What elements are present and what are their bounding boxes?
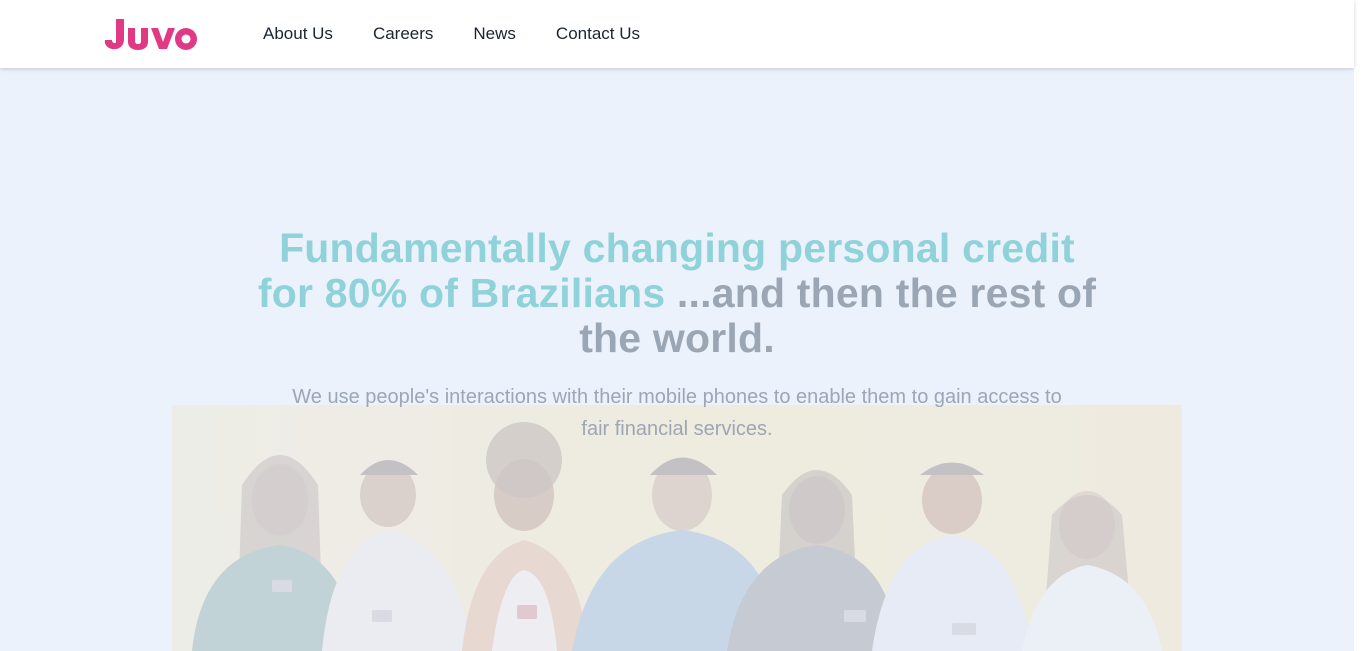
nav-news[interactable]: News (473, 24, 516, 44)
hero-content: Fundamentally changing personal credit f… (250, 226, 1104, 445)
nav-contact-us[interactable]: Contact Us (556, 24, 640, 44)
juvo-logo[interactable] (102, 14, 198, 54)
nav-about-us[interactable]: About Us (263, 24, 333, 44)
site-header: About Us Careers News Contact Us (0, 0, 1354, 68)
hero-subheadline: We use people's interactions with their … (292, 386, 1062, 440)
main-nav: About Us Careers News Contact Us (263, 24, 680, 44)
hero-headline: Fundamentally changing personal credit f… (250, 226, 1104, 361)
nav-careers[interactable]: Careers (373, 24, 433, 44)
page: About Us Careers News Contact Us Fundame… (0, 0, 1366, 651)
scrollbar[interactable] (1354, 0, 1366, 651)
